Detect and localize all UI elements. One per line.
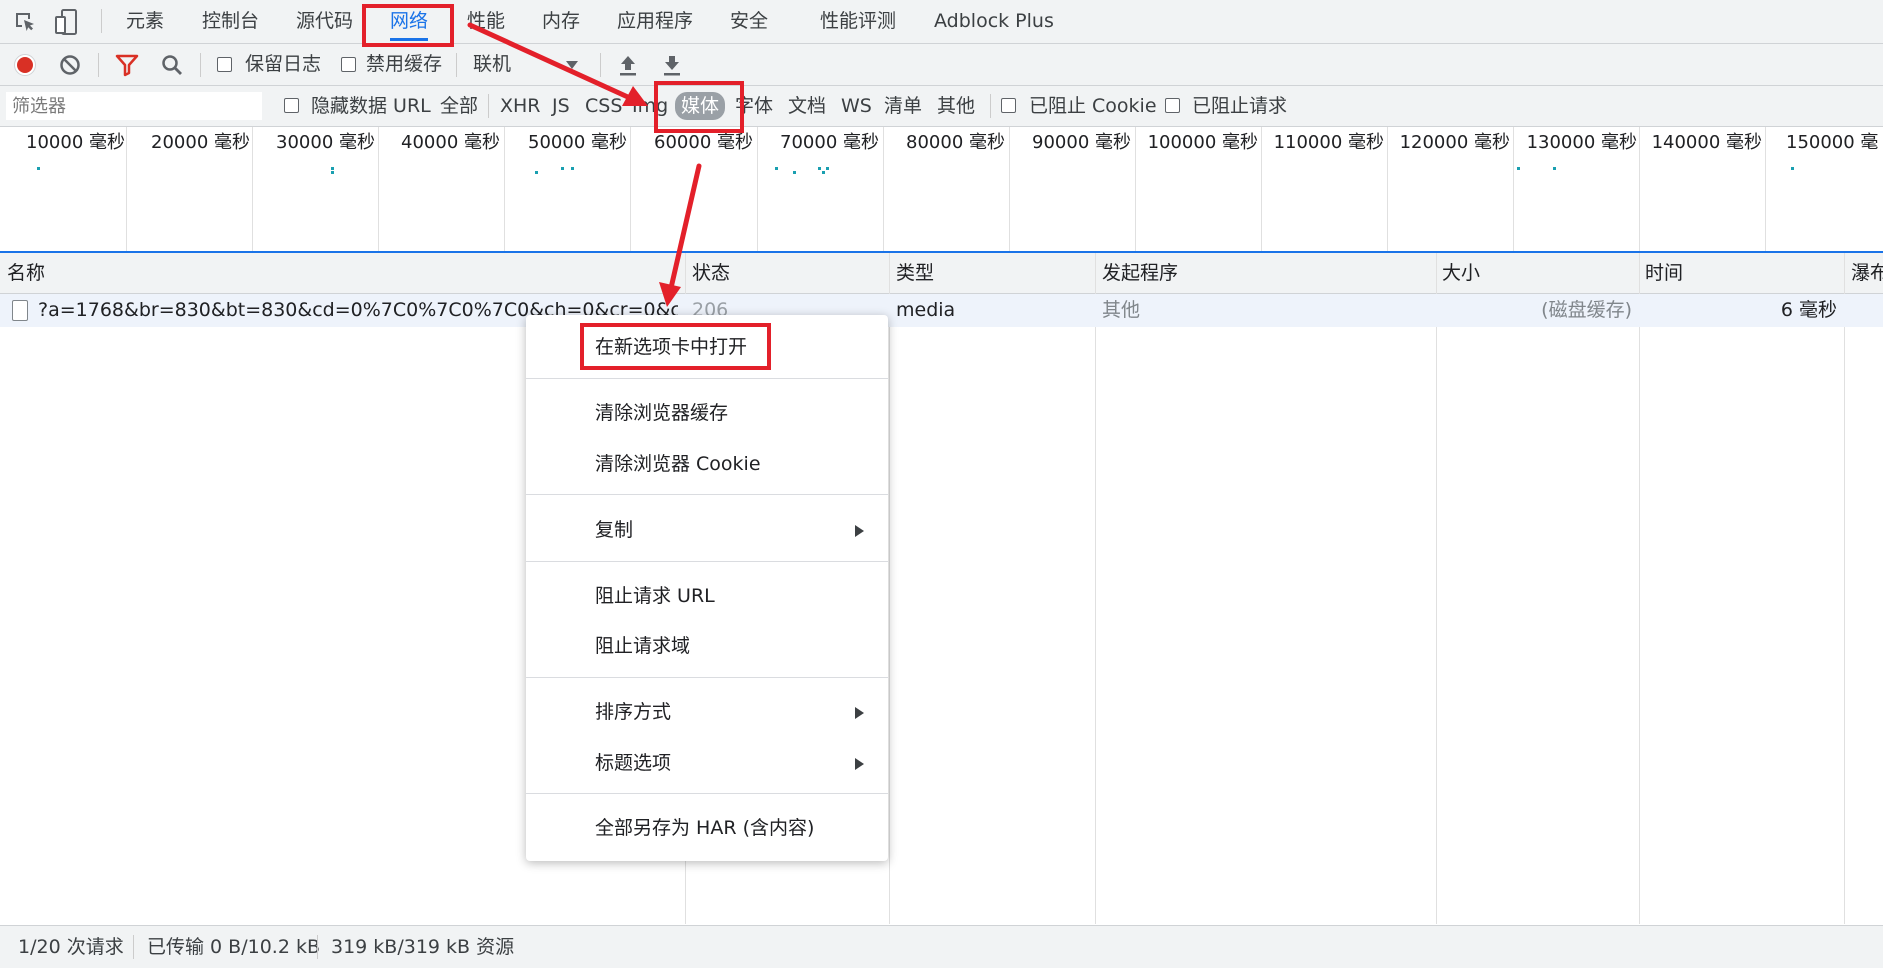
annotation-arrows <box>467 22 702 307</box>
